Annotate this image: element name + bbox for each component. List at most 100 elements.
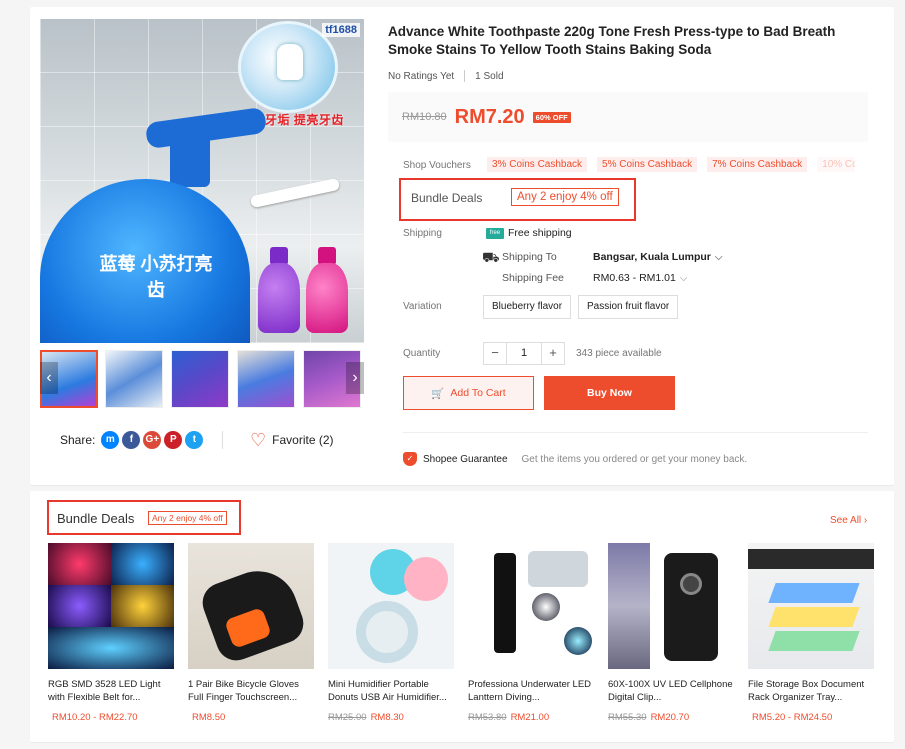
underwater-photo <box>564 627 592 655</box>
thumbnail-2[interactable] <box>105 350 163 408</box>
bundle-item-old-price: RM55.30 <box>608 712 647 723</box>
rating-divider <box>464 70 466 82</box>
guarantee-title: Shopee Guarantee <box>423 453 508 465</box>
thumbnail-prev-arrow-icon[interactable]: ‹ <box>40 362 58 394</box>
bundle-item-price-row: RM53.80 RM21.00 <box>468 712 594 723</box>
bundle-item-price-row: RM8.50 <box>188 712 314 723</box>
bundle-item-price-row: RM55.30 RM20.70 <box>608 712 734 723</box>
bundle-item[interactable]: File Storage Box Document Rack Organizer… <box>748 543 874 723</box>
bundle-item-price: RM8.50 <box>192 712 226 723</box>
discount-badge: 60% OFF <box>532 111 571 123</box>
thumbnail-next-arrow-icon[interactable]: › <box>346 362 364 394</box>
bundle-item-name: 1 Pair Bike Bicycle Gloves Full Finger T… <box>188 679 299 703</box>
bundle-item-name: File Storage Box Document Rack Organizer… <box>748 679 865 703</box>
messenger-icon[interactable]: m <box>101 431 120 449</box>
thumbnail-strip: ‹ › <box>40 350 364 411</box>
donut-pink <box>404 557 448 601</box>
see-all-link[interactable]: See All › <box>830 515 867 526</box>
bundle-item[interactable]: Mini Humidifier Portable Donuts USB Air … <box>328 543 454 723</box>
voucher-chip[interactable]: 3% Coins Cashback <box>487 157 588 172</box>
tray-yellow <box>768 607 860 627</box>
shipping-to-label: Shipping To <box>502 251 557 263</box>
sold-count: 1 Sold <box>475 70 504 82</box>
pink-bottle <box>306 263 348 333</box>
bundle-item-price: RM8.30 <box>370 712 404 723</box>
bundle-item-image <box>188 543 314 669</box>
shipping-fee-dropdown[interactable]: RM0.63 - RM1.01 ⌵ <box>593 272 687 284</box>
bundle-item[interactable]: RGB SMD 3528 LED Light with Flexible Bel… <box>48 543 174 723</box>
donut-white <box>356 601 418 663</box>
product-main-image[interactable]: tf1688 溶解牙垢 提亮牙齿 蓝莓 小苏打亮齿 <box>40 19 364 343</box>
pinterest-icon[interactable]: P <box>164 431 183 449</box>
free-shipping-icon: free <box>486 227 504 239</box>
flashlight-body <box>494 553 516 653</box>
bundle-item-price-row: RM25.00 RM8.30 <box>328 712 454 723</box>
led-photo-red <box>48 543 111 585</box>
bundle-item-image <box>748 543 874 669</box>
tray-green <box>768 631 860 651</box>
shopee-guarantee[interactable]: ✓ Shopee Guarantee Get the items you ord… <box>403 452 747 466</box>
truck-icon: ⛟ <box>482 249 500 265</box>
variation-option-passion-fruit[interactable]: Passion fruit flavor <box>578 295 679 319</box>
bundle-deal-tag[interactable]: Any 2 enjoy 4% off <box>511 188 619 206</box>
ratings-text[interactable]: No Ratings Yet <box>388 71 454 82</box>
free-shipping-text: Free shipping <box>508 227 572 239</box>
vouchers-label: Shop Vouchers <box>403 160 471 171</box>
guarantee-description: Get the items you ordered or get your mo… <box>521 453 748 465</box>
bundle-item[interactable]: 1 Pair Bike Bicycle Gloves Full Finger T… <box>188 543 314 723</box>
battery-photo <box>528 551 588 587</box>
favorite-button[interactable]: ♡ Favorite (2) <box>250 431 334 449</box>
shipping-label: Shipping <box>403 228 442 239</box>
led-photo-blue <box>111 543 174 585</box>
thumbnail-3[interactable] <box>171 350 229 408</box>
bundle-deals-label: Bundle Deals <box>411 191 483 205</box>
share-divider <box>222 431 223 449</box>
bundle-item-name: Mini Humidifier Portable Donuts USB Air … <box>328 679 447 703</box>
add-to-cart-button[interactable]: 🛒 Add To Cart <box>403 376 534 410</box>
facebook-icon[interactable]: f <box>122 431 141 449</box>
variation-label: Variation <box>403 301 442 312</box>
quantity-increase-button[interactable]: + <box>542 343 564 364</box>
voucher-chip[interactable]: 10% Coin <box>817 157 855 172</box>
shield-icon: ✓ <box>403 452 417 466</box>
add-to-cart-label: Add To Cart <box>450 387 506 399</box>
chevron-right-icon: › <box>863 515 868 526</box>
bundle-item[interactable]: Professiona Underwater LED Lanttern Divi… <box>468 543 594 723</box>
voucher-chip[interactable]: 7% Coins Cashback <box>707 157 808 172</box>
bundle-item[interactable]: 60X-100X UV LED Cellphone Digital Clip..… <box>608 543 734 723</box>
voucher-chip[interactable]: 5% Coins Cashback <box>597 157 698 172</box>
shipping-to-value: Bangsar, Kuala Lumpur <box>593 251 711 263</box>
buy-now-button[interactable]: Buy Now <box>544 376 675 410</box>
voucher-list: 3% Coins Cashback 5% Coins Cashback 7% C… <box>487 157 855 172</box>
bundle-section-title: Bundle Deals <box>57 511 135 526</box>
sample-strip <box>608 543 650 669</box>
shipping-to-dropdown[interactable]: Bangsar, Kuala Lumpur ⌵ <box>593 251 722 263</box>
google-plus-icon[interactable]: G+ <box>143 431 162 449</box>
quantity-input[interactable]: 1 <box>506 343 542 364</box>
heart-icon: ♡ <box>250 430 267 450</box>
cart-icon: 🛒 <box>431 387 445 400</box>
bottle-neck <box>170 131 210 187</box>
shipping-fee-value: RM0.63 - RM1.01 <box>593 272 676 284</box>
bundle-deals-section: Bundle Deals Any 2 enjoy 4% off See All … <box>30 491 894 742</box>
bottle-label: 蓝莓 小苏打亮齿 <box>99 254 213 300</box>
bundle-item-name: 60X-100X UV LED Cellphone Digital Clip..… <box>608 679 733 703</box>
chevron-down-icon: ⌵ <box>714 252 723 263</box>
tray-blue <box>768 583 860 603</box>
bundle-section-tag: Any 2 enjoy 4% off <box>148 511 227 525</box>
quantity-decrease-button[interactable]: − <box>484 343 506 364</box>
variation-option-blueberry[interactable]: Blueberry flavor <box>483 295 572 319</box>
product-title: Advance White Toothpaste 220g Tone Fresh… <box>388 24 836 57</box>
bundle-item-image <box>468 543 594 669</box>
microscope-body <box>664 553 718 661</box>
purple-bottle <box>258 263 300 333</box>
share-row: Share: m f G+ P t <box>60 431 204 449</box>
favorite-label: Favorite (2) <box>272 433 334 447</box>
product-banner <box>748 549 874 569</box>
twitter-icon[interactable]: t <box>185 431 204 449</box>
free-shipping: free Free shipping <box>486 227 572 239</box>
current-price: RM7.20 <box>454 105 525 128</box>
share-label: Share: <box>60 433 96 447</box>
thumbnail-4[interactable] <box>237 350 295 408</box>
bundle-item-name: RGB SMD 3528 LED Light with Flexible Bel… <box>48 679 161 703</box>
